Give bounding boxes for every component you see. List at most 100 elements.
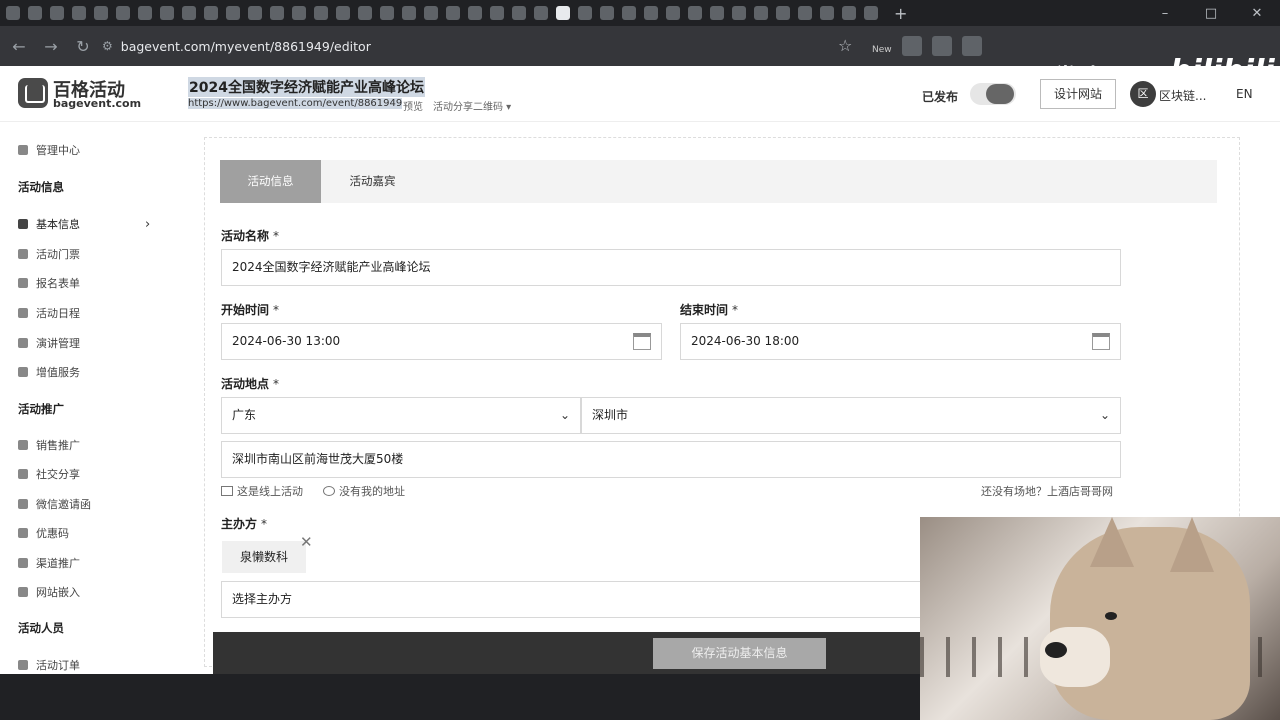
- province-select[interactable]: 广东 ⌄: [221, 397, 581, 434]
- tab-favicon[interactable]: [270, 6, 284, 20]
- tab-favicon-active[interactable]: [556, 6, 570, 20]
- sidebar-item-social-share[interactable]: 社交分享: [18, 466, 80, 482]
- tab-favicon[interactable]: [644, 6, 658, 20]
- sidebar-item-basic-info[interactable]: 基本信息: [18, 216, 80, 232]
- tab-favicon[interactable]: [226, 6, 240, 20]
- video-overlay-dog[interactable]: [920, 517, 1280, 720]
- tab-favicon[interactable]: [842, 6, 856, 20]
- address-input[interactable]: 深圳市南山区前海世茂大厦50楼: [221, 441, 1121, 478]
- tab-favicon[interactable]: [182, 6, 196, 20]
- tab-favicon[interactable]: [402, 6, 416, 20]
- sidebar-item-embed[interactable]: 网站嵌入: [18, 584, 80, 600]
- sidebar-item-orders[interactable]: 活动订单: [18, 657, 80, 673]
- tab-favicon[interactable]: [512, 6, 526, 20]
- no-address-link[interactable]: 没有我的地址: [323, 483, 405, 499]
- calendar-icon[interactable]: [633, 333, 651, 350]
- tab-favicon[interactable]: [336, 6, 350, 20]
- sidebar-item-channel[interactable]: 渠道推广: [18, 555, 80, 571]
- tab-favicon[interactable]: [820, 6, 834, 20]
- start-time-label-text: 开始时间: [221, 303, 270, 317]
- tab-favicon[interactable]: [160, 6, 174, 20]
- extension-icon[interactable]: [961, 36, 982, 56]
- logo-text-en[interactable]: bagevent.com: [53, 97, 141, 110]
- tab-favicon[interactable]: [446, 6, 460, 20]
- sidebar-item-tickets[interactable]: 活动门票: [18, 246, 80, 262]
- event-url-link[interactable]: https://www.bagevent.com/event/8861949: [188, 98, 403, 109]
- bagevent-logo-icon[interactable]: [18, 78, 48, 108]
- sidebar-item-sales-promotion[interactable]: 销售推广: [18, 437, 80, 453]
- share-qr-dropdown[interactable]: 活动分享二维码 ▾: [433, 98, 511, 113]
- host-select-input[interactable]: 选择主办方: [221, 581, 921, 618]
- extension-icon[interactable]: [931, 36, 952, 56]
- tab-event-info[interactable]: 活动信息: [220, 160, 321, 203]
- tab-favicon[interactable]: [50, 6, 64, 20]
- tab-favicon[interactable]: [710, 6, 724, 20]
- sidebar-item-schedule[interactable]: 活动日程: [18, 305, 80, 321]
- tab-favicon[interactable]: [468, 6, 482, 20]
- site-info-icon[interactable]: ⚙: [102, 39, 113, 53]
- tab-favicon[interactable]: [424, 6, 438, 20]
- save-basic-info-button[interactable]: 保存活动基本信息: [653, 638, 826, 669]
- address-bar: ← → ↻ ⚙ bagevent.com/myevent/8861949/edi…: [0, 26, 1280, 91]
- sidebar-item-registration-form[interactable]: 报名表单: [18, 275, 80, 291]
- bookmark-star-icon[interactable]: ☆: [838, 36, 852, 55]
- extension-icon[interactable]: New: [872, 36, 892, 56]
- sidebar-item-speakers[interactable]: 演讲管理: [18, 335, 80, 351]
- org-name[interactable]: 区块链...: [1159, 87, 1206, 104]
- tab-favicon[interactable]: [666, 6, 680, 20]
- city-select[interactable]: 深圳市 ⌄: [581, 397, 1121, 434]
- url-text[interactable]: bagevent.com/myevent/8861949/editor: [121, 39, 371, 54]
- maximize-icon[interactable]: □: [1188, 0, 1234, 26]
- end-time-input[interactable]: 2024-06-30 18:00: [680, 323, 1121, 360]
- tab-favicon[interactable]: [292, 6, 306, 20]
- tab-favicon[interactable]: [248, 6, 262, 20]
- close-icon[interactable]: ✕: [300, 533, 313, 551]
- minimize-icon[interactable]: –: [1142, 0, 1188, 26]
- org-avatar[interactable]: 区: [1130, 81, 1156, 107]
- sidebar-item-value-added[interactable]: 增值服务: [18, 364, 80, 380]
- publish-toggle[interactable]: [970, 83, 1016, 105]
- tab-favicon[interactable]: [490, 6, 504, 20]
- publish-status-label: 已发布: [922, 90, 959, 104]
- tab-favicon[interactable]: [622, 6, 636, 20]
- tab-favicon[interactable]: [116, 6, 130, 20]
- tab-favicon[interactable]: [688, 6, 702, 20]
- online-event-link[interactable]: 这是线上活动: [221, 483, 303, 499]
- search-location-icon: [323, 486, 335, 496]
- start-time-input[interactable]: 2024-06-30 13:00: [221, 323, 662, 360]
- close-window-icon[interactable]: ✕: [1234, 0, 1280, 26]
- event-name-input[interactable]: 2024全国数字经济赋能产业高峰论坛: [221, 249, 1121, 286]
- tab-favicon[interactable]: [380, 6, 394, 20]
- tab-favicon[interactable]: [798, 6, 812, 20]
- sidebar-item-wechat-invite[interactable]: 微信邀请函: [18, 496, 91, 512]
- tab-favicon[interactable]: [534, 6, 548, 20]
- venue-hint-link[interactable]: 还没有场地？上酒店哥哥网: [981, 483, 1113, 499]
- tab-favicon[interactable]: [6, 6, 20, 20]
- language-switch[interactable]: EN: [1236, 87, 1253, 101]
- tab-favicon[interactable]: [314, 6, 328, 20]
- tab-favicon[interactable]: [28, 6, 42, 20]
- tab-favicon[interactable]: [138, 6, 152, 20]
- tab-favicon[interactable]: [94, 6, 108, 20]
- tab-favicon[interactable]: [776, 6, 790, 20]
- sidebar-item-label: 基本信息: [36, 218, 80, 231]
- tab-favicon[interactable]: [204, 6, 218, 20]
- tab-favicon[interactable]: [732, 6, 746, 20]
- new-tab-icon[interactable]: +: [894, 4, 907, 23]
- sidebar-item-management[interactable]: 管理中心: [18, 142, 80, 158]
- extension-icon[interactable]: [901, 36, 922, 56]
- calendar-icon[interactable]: [1092, 333, 1110, 350]
- tab-event-guests[interactable]: 活动嘉宾: [322, 160, 423, 203]
- back-icon[interactable]: ←: [6, 37, 32, 56]
- reload-icon[interactable]: ↻: [70, 37, 96, 56]
- tab-favicon[interactable]: [864, 6, 878, 20]
- design-website-button[interactable]: 设计网站: [1040, 79, 1116, 109]
- forward-icon[interactable]: →: [38, 37, 64, 56]
- tab-favicon[interactable]: [72, 6, 86, 20]
- sidebar-item-coupon[interactable]: 优惠码: [18, 525, 69, 541]
- tab-favicon[interactable]: [600, 6, 614, 20]
- tab-favicon[interactable]: [578, 6, 592, 20]
- preview-link[interactable]: 预览: [403, 98, 423, 113]
- tab-favicon[interactable]: [754, 6, 768, 20]
- tab-favicon[interactable]: [358, 6, 372, 20]
